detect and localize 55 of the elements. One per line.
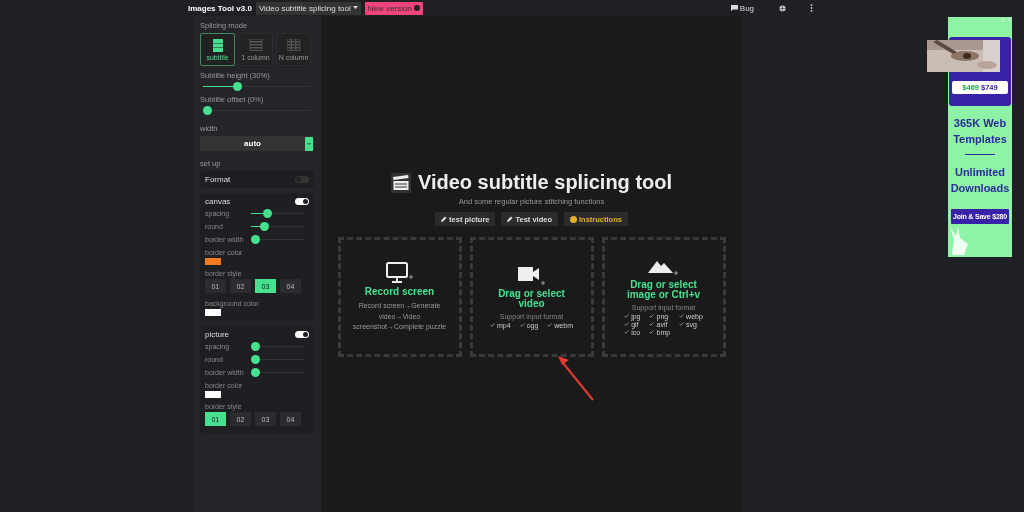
pencil-icon [507, 216, 514, 222]
drop-title: Drag or select video [497, 288, 566, 310]
toggle-switch[interactable] [295, 331, 309, 338]
check-icon [519, 323, 525, 327]
chat-icon [730, 5, 738, 11]
ad-headline: 365K Web Templates [952, 116, 1008, 147]
slider-track[interactable] [251, 222, 305, 231]
monitor-icon [385, 261, 414, 284]
pencil-icon [441, 216, 448, 222]
grid-icon [286, 38, 301, 52]
more-icon[interactable] [810, 4, 814, 12]
width-select[interactable]: auto [200, 136, 314, 151]
rabbit-drawing [950, 225, 970, 255]
help-icon [570, 215, 578, 223]
slider-track[interactable] [251, 355, 305, 364]
arrow-drawing [557, 355, 595, 401]
list-icon [248, 38, 263, 52]
drop-title: Drag or select image or Ctrl+v [625, 279, 702, 301]
color-swatch[interactable] [205, 309, 221, 316]
slider-thumb[interactable] [232, 82, 242, 91]
video-camera-icon [516, 265, 547, 286]
color-swatch[interactable] [205, 258, 221, 265]
clapperboard-icon [390, 172, 411, 193]
caret-icon [352, 6, 358, 10]
slider-thumb[interactable] [251, 368, 260, 377]
toggle-switch[interactable] [295, 198, 309, 205]
panel-title: Format [205, 175, 231, 184]
app-title: Images Tool v3.0 [188, 3, 252, 13]
drop-title: Record screen [364, 286, 435, 297]
slider-track[interactable] [251, 209, 305, 218]
ad-subline: Unlimited Downloads [949, 164, 1011, 196]
check-icon [547, 323, 553, 327]
page-title: Video subtitle splicing tool [417, 171, 673, 194]
slider-track[interactable] [251, 342, 305, 351]
slider-thumb[interactable] [262, 209, 272, 218]
chevron-icon [305, 136, 313, 151]
globe-icon[interactable] [779, 4, 787, 12]
bug-button[interactable]: Bug [730, 3, 755, 13]
dot-icon [413, 5, 420, 11]
panel-title: picture [205, 330, 229, 339]
slider-thumb[interactable] [251, 342, 260, 351]
slider-thumb[interactable] [203, 106, 212, 115]
tool-dropdown[interactable]: Video subtitle splicing tool [255, 1, 361, 15]
new-version-button[interactable]: New version [364, 1, 423, 15]
panel-title: canvas [205, 197, 231, 206]
slider-track[interactable] [203, 82, 311, 91]
color-swatch[interactable] [205, 391, 221, 398]
check-icon [490, 323, 495, 327]
slider-track[interactable] [203, 106, 311, 115]
slider-track[interactable] [251, 235, 305, 244]
slider-thumb[interactable] [260, 222, 269, 231]
slider-thumb[interactable] [251, 235, 260, 244]
slider-track[interactable] [251, 368, 305, 377]
slider-thumb[interactable] [251, 355, 260, 364]
rows-icon [210, 38, 225, 52]
